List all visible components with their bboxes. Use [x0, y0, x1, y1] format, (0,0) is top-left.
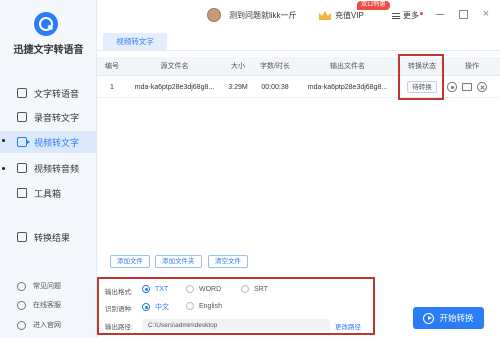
more-menu-button[interactable]: 更多 — [392, 10, 423, 21]
col-duration: 字数/时长 — [260, 63, 290, 70]
app-logo-icon — [34, 12, 58, 36]
add-file-button[interactable]: 添加文件 — [110, 255, 150, 268]
cell-output: mda-ka6ptp28e3dj68g8... — [307, 84, 388, 91]
sidebar-item-text-to-speech[interactable]: 文字转语音 — [0, 82, 97, 104]
language-option-english[interactable]: English — [186, 302, 222, 310]
result-icon — [17, 232, 27, 242]
language-option-chinese[interactable]: 中文 — [142, 302, 169, 312]
change-path-link[interactable]: 更改路径 — [335, 321, 361, 331]
marker-dot — [2, 139, 5, 142]
preview-icon[interactable] — [447, 82, 457, 92]
sidebar-item-label: 工具箱 — [34, 188, 62, 199]
radio-icon — [186, 302, 194, 310]
cell-size: 3.29M — [228, 84, 248, 91]
format-option-word[interactable]: WORD — [186, 285, 221, 293]
sidebar-item-label: 转换结果 — [34, 232, 71, 243]
video-icon — [17, 137, 30, 147]
service-label: 在线客服 — [33, 302, 61, 309]
col-source: 源文件名 — [160, 63, 189, 70]
col-action: 操作 — [465, 63, 479, 70]
audio-icon — [17, 163, 27, 173]
vip-promo-badge: 双12特惠 — [357, 1, 390, 10]
col-index: 编号 — [105, 63, 119, 70]
radio-icon — [241, 285, 249, 293]
record-icon — [17, 112, 27, 122]
play-icon — [423, 312, 435, 324]
clear-file-button[interactable]: 清空文件 — [208, 255, 248, 268]
tab-video-to-text[interactable]: 视频转文字 — [103, 33, 167, 50]
maximize-button[interactable] — [456, 7, 470, 21]
cell-source: mda-ka6ptp28e3dj68g8... — [134, 84, 215, 91]
col-output: 输出文件名 — [330, 63, 365, 70]
sidebar-item-video-to-text[interactable]: 视频转文字 — [0, 131, 97, 153]
sidebar-item-label: 文字转语音 — [34, 88, 80, 99]
path-label: 输出路径: — [105, 324, 133, 331]
format-option-label: SRT — [254, 285, 268, 293]
vip-button[interactable]: 充值VIP — [319, 10, 364, 21]
format-option-label: WORD — [199, 285, 222, 293]
output-settings-panel: 输出格式: TXT WORD SRT 识别语种: 中文 English 输出路径… — [97, 277, 375, 335]
toolbox-icon — [17, 188, 27, 198]
sidebar-item-results[interactable]: 转换结果 — [0, 226, 97, 248]
sidebar-item-label: 视频转文字 — [34, 137, 80, 148]
more-label: 更多 — [403, 11, 419, 20]
sidebar-item-label: 视频转音频 — [34, 163, 80, 174]
marker-dot — [2, 167, 5, 170]
sidebar-item-record-to-text[interactable]: 录音转文字 — [0, 106, 97, 128]
format-label: 输出格式: — [105, 289, 133, 296]
radio-icon — [142, 303, 150, 311]
col-size: 大小 — [231, 63, 245, 70]
delete-icon[interactable] — [477, 82, 487, 92]
radio-icon — [142, 285, 150, 293]
faq-label: 常见问题 — [33, 283, 61, 290]
start-label: 开始转换 — [439, 313, 474, 323]
sidebar-item-toolbox[interactable]: 工具箱 — [0, 182, 97, 204]
menu-icon — [392, 12, 400, 19]
service-icon — [17, 300, 26, 310]
online-service-link[interactable]: 在线客服 — [0, 298, 97, 312]
language-label: 识别语种: — [105, 306, 133, 313]
username[interactable]: 测到问题就likk一斤 — [229, 10, 297, 21]
vip-label: 充值VIP — [335, 11, 364, 20]
text-speech-icon — [17, 88, 27, 98]
sidebar-item-label: 录音转文字 — [34, 112, 80, 123]
website-link[interactable]: 进入官网 — [0, 318, 97, 332]
notification-dot — [420, 12, 423, 15]
cell-duration: 00:00:38 — [261, 84, 289, 91]
sidebar: 迅捷文字转语音 文字转语音 录音转文字 视频转文字 视频转音频 工具箱 转换结果… — [0, 0, 97, 338]
language-option-label: English — [199, 302, 222, 310]
status-highlight-box — [398, 54, 444, 100]
crown-icon — [319, 11, 331, 20]
tab-divider — [97, 50, 500, 51]
faq-link[interactable]: 常见问题 — [0, 279, 97, 293]
app-name: 迅捷文字转语音 — [13, 45, 84, 56]
app-window: 迅捷文字转语音 文字转语音 录音转文字 视频转文字 视频转音频 工具箱 转换结果… — [0, 0, 500, 338]
website-label: 进入官网 — [33, 322, 61, 329]
sidebar-item-video-to-audio[interactable]: 视频转音频 — [0, 157, 97, 179]
minimize-button[interactable] — [433, 7, 447, 21]
add-folder-button[interactable]: 添加文件夹 — [155, 255, 202, 268]
website-icon — [17, 320, 26, 330]
output-path-input[interactable] — [142, 319, 330, 331]
format-option-label: TXT — [155, 285, 169, 293]
avatar[interactable] — [207, 8, 221, 22]
format-option-txt[interactable]: TXT — [142, 285, 168, 293]
question-icon — [17, 281, 26, 291]
radio-icon — [186, 285, 194, 293]
language-option-label: 中文 — [155, 304, 169, 311]
start-convert-button[interactable]: 开始转换 — [413, 307, 484, 329]
cell-index: 1 — [110, 84, 114, 91]
close-button[interactable]: × — [479, 7, 493, 21]
format-option-srt[interactable]: SRT — [241, 285, 268, 293]
folder-icon[interactable] — [462, 83, 472, 91]
